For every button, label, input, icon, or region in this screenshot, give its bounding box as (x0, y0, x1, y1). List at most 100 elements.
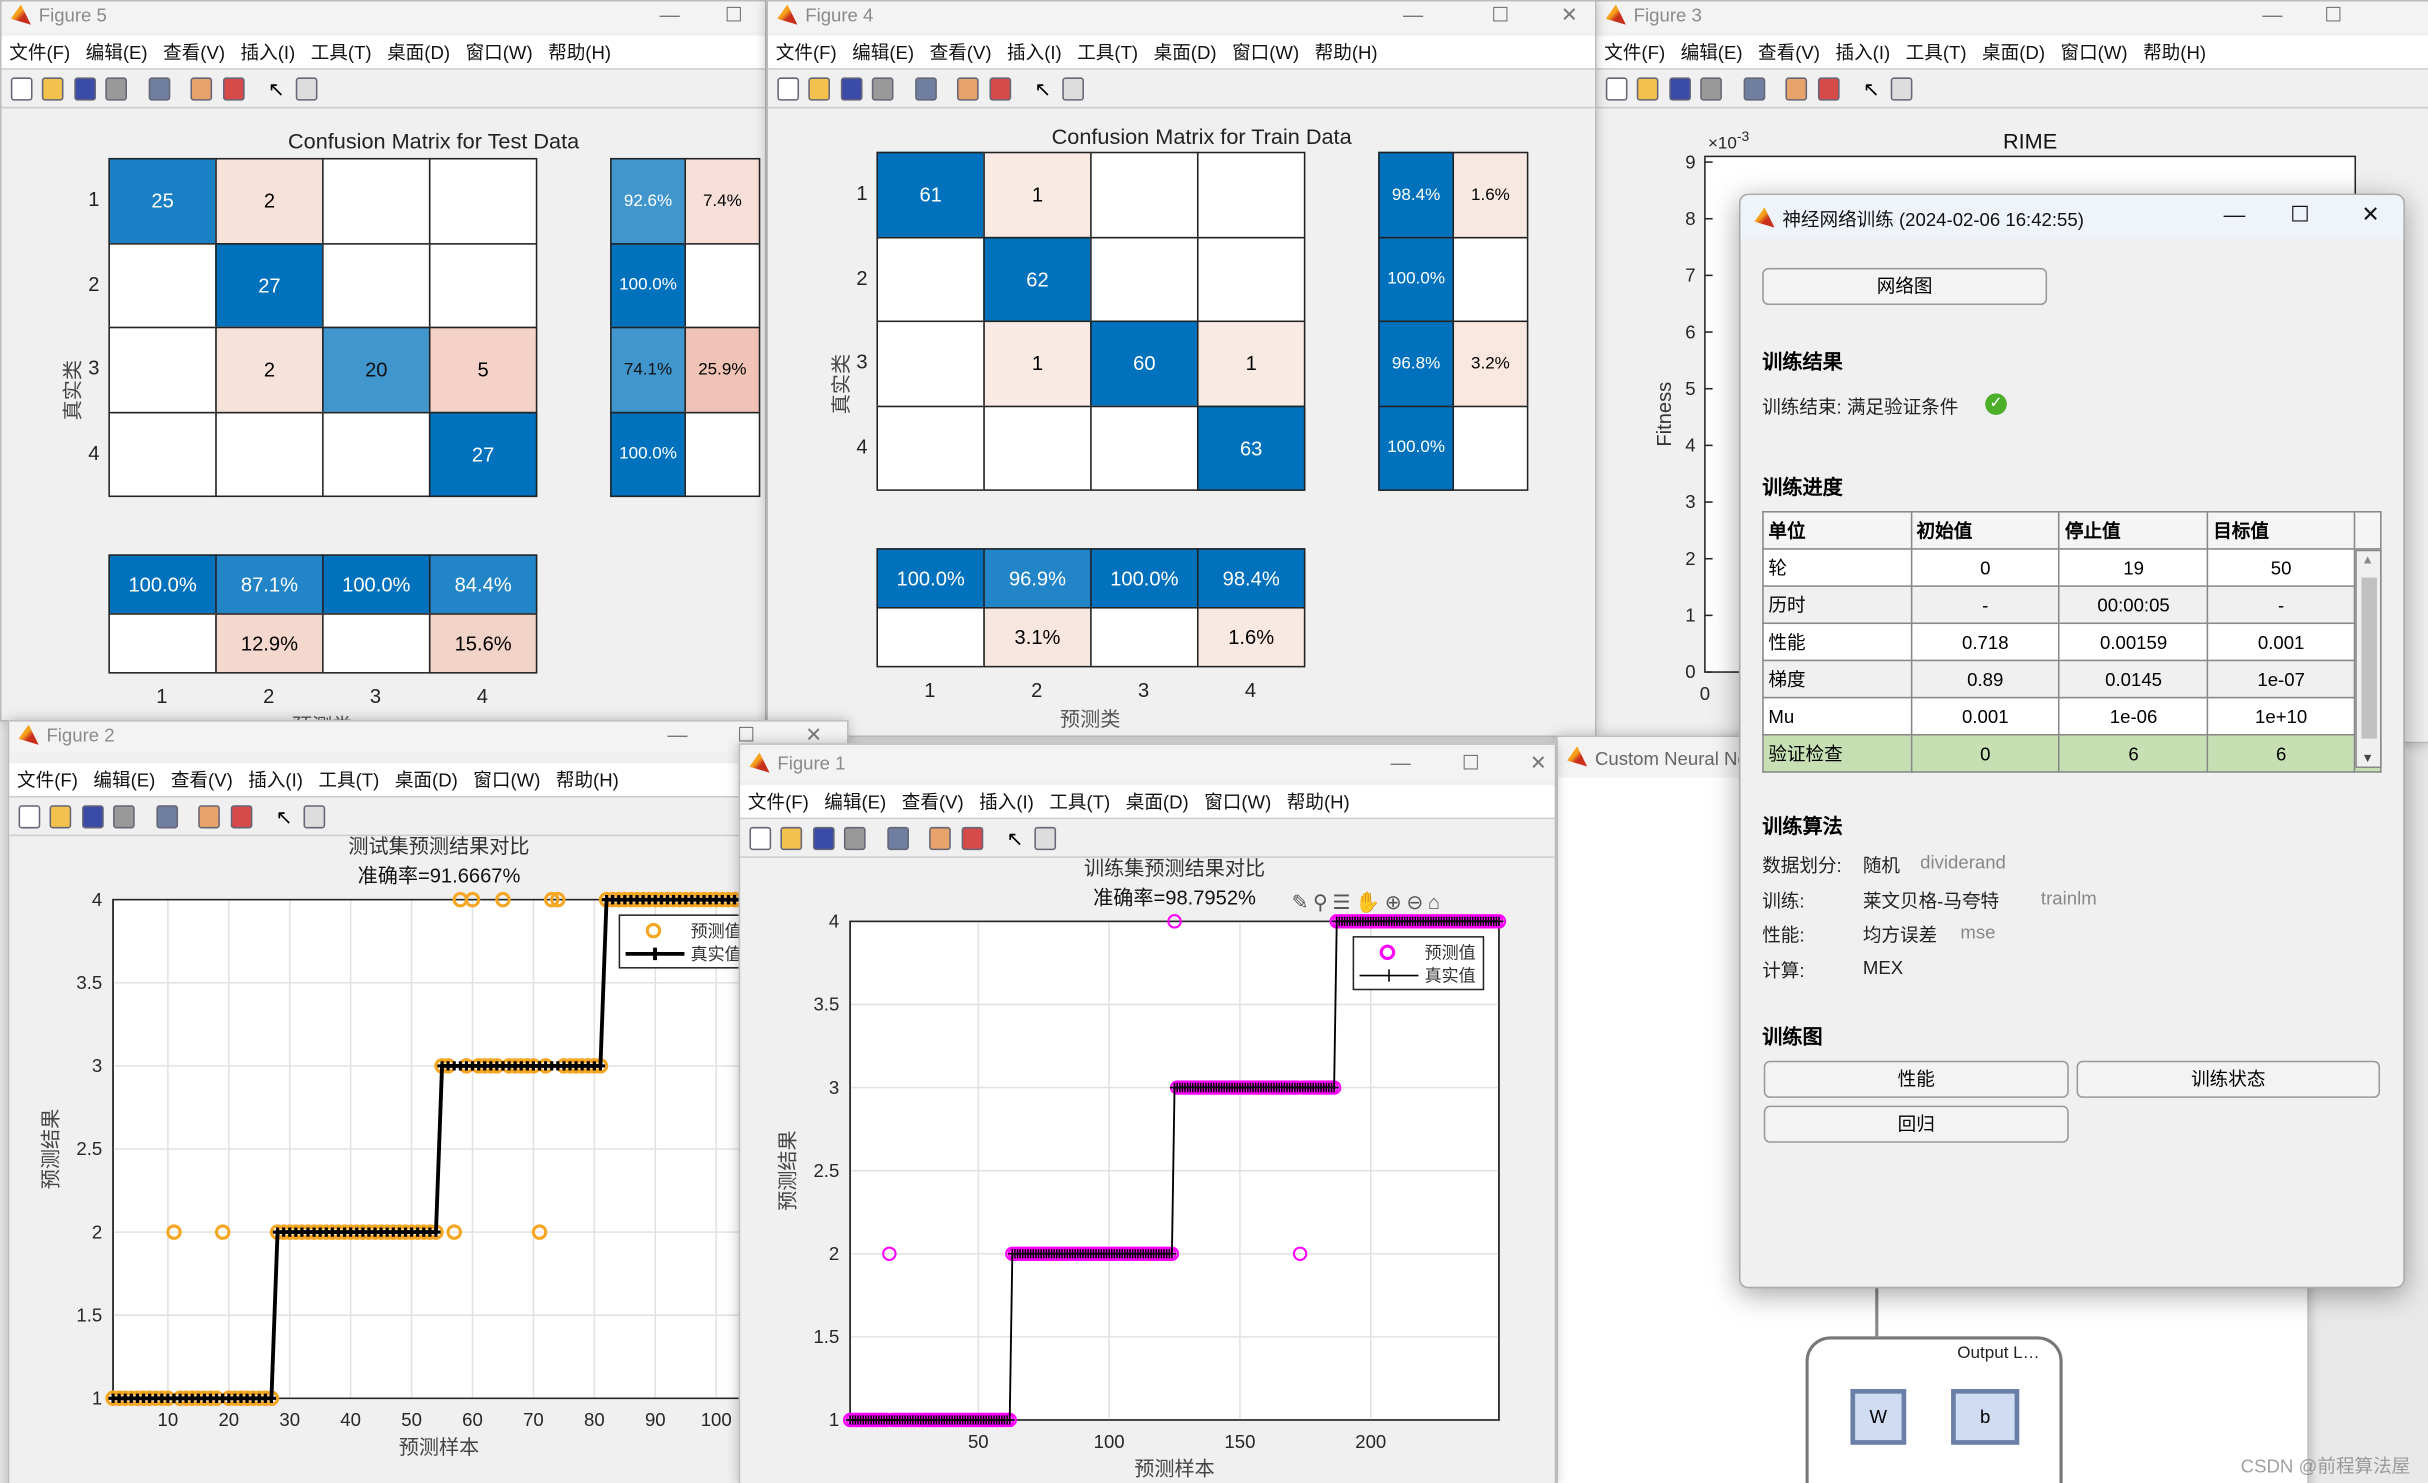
new-figure-icon[interactable] (10, 77, 33, 101)
save-icon[interactable] (840, 77, 863, 101)
menu-item[interactable]: 窗口(W) (1232, 36, 1299, 70)
menu-item[interactable]: 文件(F) (9, 36, 70, 70)
property-editor-icon[interactable] (295, 77, 318, 101)
chart-title: 测试集预测结果对比 (348, 835, 529, 858)
pointer-icon[interactable]: ↖ (268, 77, 290, 100)
menu-item[interactable]: 查看(V) (163, 36, 225, 70)
close-button[interactable]: ✕ (1561, 3, 1578, 28)
new-figure-icon[interactable] (777, 77, 800, 101)
menu-item[interactable]: 编辑(E) (852, 36, 914, 70)
menu-item[interactable]: 帮助(H) (1315, 36, 1378, 70)
maximize-button[interactable]: ☐ (2290, 201, 2309, 227)
legend-label: 预测值 (691, 922, 742, 941)
network-diagram-button[interactable]: 网络图 (1762, 267, 2048, 306)
check-icon: ✓ (1985, 393, 2007, 415)
menu-item[interactable]: 插入(I) (241, 36, 296, 70)
scroll-up-icon[interactable]: ▲ (2361, 553, 2373, 567)
x-tick-label: 20 (218, 1409, 239, 1430)
menu-item[interactable]: 查看(V) (930, 36, 992, 70)
x-tick-label: 200 (1355, 1431, 1386, 1452)
scrollbar-thumb[interactable] (2361, 577, 2377, 739)
menu-item[interactable]: 桌面(D) (387, 36, 450, 70)
menu-bar: 文件(F) 编辑(E) 查看(V) 插入(I) 工具(T) 桌面(D) 窗口(W) 帮助(H) (768, 35, 1595, 70)
matrix-cell: 20 (322, 326, 431, 413)
open-icon[interactable] (808, 77, 830, 101)
menu-item[interactable]: 帮助(H) (548, 36, 611, 70)
column-summary-cell (108, 613, 217, 674)
pointer-icon[interactable]: ↖ (1034, 77, 1056, 100)
table-cell: 历时 (1762, 585, 1912, 625)
menu-item[interactable]: 桌面(D) (1154, 36, 1217, 70)
x-tick-label: 10 (158, 1409, 179, 1430)
y-axis-label: Fitness (1654, 382, 1676, 447)
weight-block: W (1850, 1389, 1907, 1445)
x-tick-label: 80 (584, 1409, 605, 1430)
regression-plot-button[interactable]: 回归 (1763, 1105, 2069, 1143)
table-cell: 0.00159 (2058, 622, 2209, 662)
menu-item[interactable]: 工具(T) (1077, 36, 1138, 70)
scroll-down-icon[interactable]: ▼ (2361, 751, 2373, 765)
x-tick-label: 40 (340, 1409, 361, 1430)
column-summary-cell: 100.0% (322, 554, 431, 615)
minimize-button[interactable]: — (2224, 201, 2246, 226)
y-tick-label: 8 (1685, 208, 1695, 229)
table-cell: 梯度 (1762, 659, 1912, 699)
link-icon[interactable] (915, 77, 937, 101)
row-summary-cell: 7.4% (684, 157, 761, 244)
algorithm-heading: 训练算法 (1762, 814, 1843, 838)
maximize-button[interactable]: ☐ (1491, 3, 1509, 28)
table-cell: 1e+10 (2207, 696, 2356, 736)
matrix-cell (108, 326, 217, 413)
table-scrollbar[interactable]: ▲ ▼ (2355, 549, 2382, 769)
menu-item[interactable]: 工具(T) (311, 36, 372, 70)
performance-plot-button[interactable]: 性能 (1763, 1060, 2069, 1098)
legend-icon[interactable] (222, 77, 245, 101)
print-icon[interactable] (105, 77, 127, 101)
column-header: 停止值 (2058, 511, 2209, 550)
maximize-button[interactable]: ☐ (725, 3, 743, 28)
y-tick-label: 7 (1685, 265, 1695, 286)
minimize-button[interactable]: — (660, 3, 680, 26)
matrix-cell (428, 242, 538, 329)
menu-item[interactable]: 编辑(E) (86, 36, 148, 70)
property-editor-icon[interactable] (1062, 77, 1084, 101)
algorithm-value: MEX (1862, 956, 1904, 978)
row-summary-cell: 100.0% (1378, 404, 1455, 491)
chart-subtitle: 准确率=98.7952% (1093, 886, 1256, 909)
table-cell: Mu (1762, 696, 1912, 736)
algorithm-label: 计算: (1762, 959, 1805, 981)
y-tick-label: 1.5 (76, 1304, 102, 1325)
title-bar: Figure 4 — ☐ ✕ (768, 1, 1595, 33)
table-cell: 00:00:05 (2058, 585, 2209, 625)
print-icon[interactable] (871, 77, 894, 101)
open-icon[interactable] (41, 77, 64, 101)
x-tick-label: 50 (968, 1431, 989, 1452)
matlab-logo-icon (1567, 746, 1588, 767)
matrix-cell (322, 157, 431, 244)
colorbar-icon[interactable] (190, 77, 213, 101)
row-label: 4 (856, 434, 868, 458)
menu-item[interactable]: 文件(F) (776, 36, 837, 70)
save-icon[interactable] (74, 77, 97, 101)
desktop: Figure 3— ☐ 文件(F) 编辑(E) 查看(V) 插入(I) 工具(T) 桌面(D… (0, 0, 2428, 1483)
row-summary-cell: 96.8% (1378, 320, 1455, 407)
x-tick-label: 100 (701, 1409, 732, 1430)
dialog-title: 神经网络训练 (2024-02-06 16:42:55) (1782, 209, 2084, 231)
colorbar-icon[interactable] (956, 77, 979, 101)
close-button[interactable]: ✕ (2361, 201, 2379, 227)
column-summary-cell: 100.0% (876, 548, 985, 609)
row-summary-cell: 100.0% (610, 411, 686, 498)
x-tick-label: 0 (1700, 683, 1710, 704)
legend-icon[interactable] (989, 77, 1012, 101)
toolbar: ↖ (768, 71, 1595, 109)
training-state-plot-button[interactable]: 训练状态 (2076, 1060, 2381, 1098)
column-summary-cell: 1.6% (1196, 607, 1306, 668)
row-summary-cell: 3.2% (1452, 320, 1529, 407)
minimize-button[interactable]: — (1403, 3, 1423, 26)
row-summary-cell (684, 242, 761, 329)
link-icon[interactable] (148, 77, 171, 101)
menu-item[interactable]: 窗口(W) (466, 36, 533, 70)
table-cell: - (2207, 585, 2356, 625)
menu-item[interactable]: 插入(I) (1007, 36, 1062, 70)
table-cell: 50 (2207, 548, 2356, 587)
